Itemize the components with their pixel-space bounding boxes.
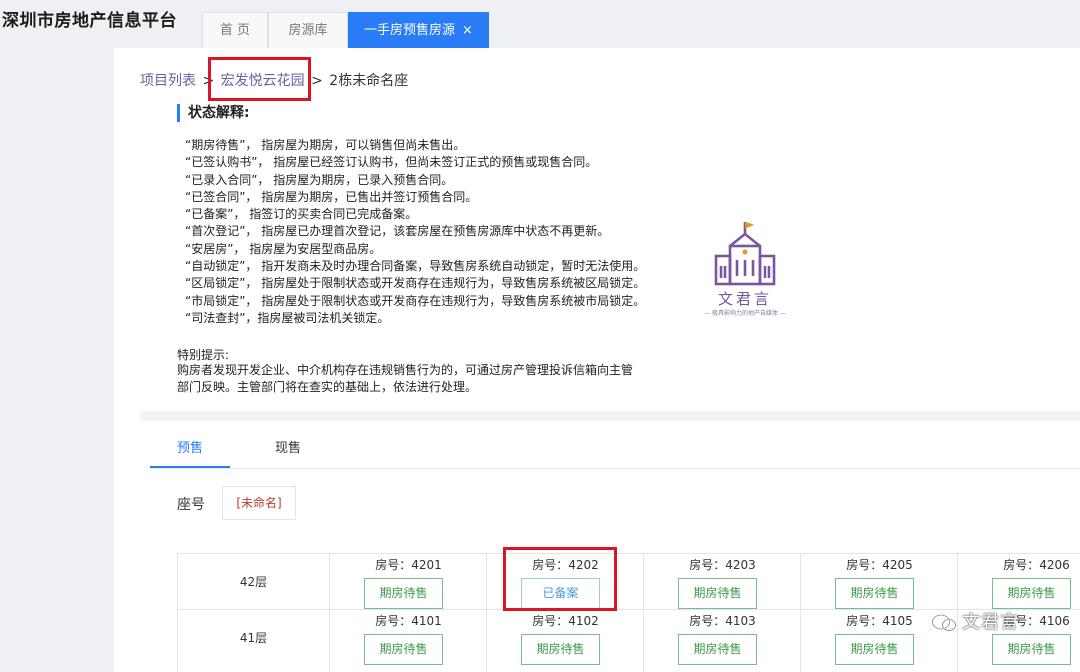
tab-presale-listings[interactable]: 一手房预售房源 × — [348, 12, 489, 48]
tab-presale[interactable]: 预售 — [177, 437, 203, 456]
unit-cell: 房号：4201 期房待售 — [330, 554, 487, 609]
left-gutter — [0, 48, 114, 672]
unit-number: 房号：4101 — [375, 614, 442, 628]
status-line: “已签合同”， 指房屋为期房，已售出并签订预售合同。 — [185, 189, 478, 204]
unit-status-button[interactable]: 期房待售 — [835, 634, 914, 665]
unit-number: 房号：4203 — [689, 558, 756, 572]
breadcrumb-current: 2栋未命名座 — [329, 73, 409, 89]
tab-label: 房源库 — [288, 23, 328, 38]
section-divider — [140, 411, 1080, 421]
unit-status-button[interactable]: 期房待售 — [521, 634, 600, 665]
floor-label: 42层 — [178, 554, 330, 609]
status-line: “已备案”， 指签订的买卖合同已完成备案。 — [185, 207, 418, 222]
status-line: “区局锁定”， 指房屋处于限制状态或开发商存在违规行为，导致售房系统被区局锁定。 — [185, 276, 646, 291]
special-notice-line: 部门反映。主管部门将在查实的基础上，依法进行处理。 — [177, 380, 478, 394]
status-line: “期房待售”， 指房屋为期房，可以销售但尚未售出。 — [185, 138, 466, 152]
status-line: “司法查封”，指房屋被司法机关锁定。 — [185, 310, 390, 325]
status-line: “首次登记”， 指房屋已办理首次登记，该套房屋在预售房源库中状态不再更新。 — [185, 224, 610, 239]
floor-label: 41层 — [178, 610, 330, 672]
unit-number: 房号：4205 — [846, 558, 913, 572]
status-line: “已签认购书”， 指房屋已经签订认购书，但尚未签订正式的预售或现售合同。 — [185, 155, 598, 170]
status-line: “安居房”， 指房屋为安居型商品房。 — [185, 241, 382, 256]
unit-cell: 房号：4102 期房待售 — [487, 610, 644, 672]
unit-status-button[interactable]: 期房待售 — [992, 578, 1071, 609]
status-line: “自动锁定”， 指开发商未及时办理合同备案，导致售房系统自动锁定，暂时无法使用。 — [185, 259, 646, 274]
tab-home[interactable]: 首 页 — [202, 12, 268, 48]
special-notice-line: 购房者发现开发企业、中介机构存在违规销售行为的，可通过房产管理投诉信箱向主管 — [177, 363, 634, 377]
status-heading: 状态解释: — [177, 104, 250, 122]
tab-label: 一手房预售房源 — [364, 23, 456, 38]
unit-number: 房号：4102 — [532, 614, 599, 628]
unit-cell: 房号：4103 期房待售 — [644, 610, 801, 672]
tab-label: 首 页 — [219, 23, 251, 38]
building-chip[interactable]: [未命名] — [222, 486, 296, 520]
unit-status-button[interactable]: 期房待售 — [678, 634, 757, 665]
unit-number: 房号：4201 — [375, 558, 442, 572]
status-explanation-list: “期房待售”， 指房屋为期房，可以销售但尚未售出。 “已签认购书”， 指房屋已经… — [185, 137, 645, 327]
tab-current-sale[interactable]: 现售 — [275, 437, 301, 456]
special-notice-text: 购房者发现开发企业、中介机构存在违规销售行为的，可通过房产管理投诉信箱向主管 部… — [177, 362, 677, 396]
unit-status-button[interactable]: 期房待售 — [992, 634, 1071, 665]
unit-status-button[interactable]: 期房待售 — [364, 578, 443, 609]
unit-status-button[interactable]: 期房待售 — [678, 578, 757, 609]
status-line: “已录入合同”， 指房屋为期房，已录入预售合同。 — [185, 172, 454, 187]
special-notice-title: 特别提示: — [177, 348, 230, 362]
unit-status-button[interactable]: 期房待售 — [364, 634, 443, 665]
floor-row: 42层 房号：4201 期房待售 房号：4202 已备案 房号：4203 期房待… — [178, 554, 1080, 610]
unit-cell: 房号：4101 期房待售 — [330, 610, 487, 672]
breadcrumb-project-list[interactable]: 项目列表 — [140, 73, 196, 89]
highlight-box-unit — [503, 547, 617, 611]
tab-listing-library[interactable]: 房源库 — [268, 12, 348, 48]
highlight-box-project — [208, 57, 311, 101]
unit-status-button[interactable]: 期房待售 — [835, 578, 914, 609]
close-icon[interactable]: × — [462, 23, 473, 38]
building-label: 座号 — [177, 497, 205, 513]
unit-number: 房号：4103 — [689, 614, 756, 628]
watermark-text: 文君言 — [962, 612, 1019, 633]
wechat-icon — [931, 614, 957, 632]
status-line: “市局锁定”， 指房屋处于限制状态或开发商存在违规行为，导致售房系统被市局锁定。 — [185, 293, 646, 308]
logo-name: 文君言 — [717, 290, 772, 308]
unit-number: 房号：4206 — [1003, 558, 1070, 572]
logo-subtitle: — 极具影响力的地产自媒体 — — [704, 310, 786, 317]
top-bar: 深圳市房地产信息平台 首 页 房源库 一手房预售房源 × — [0, 0, 1080, 48]
unit-cell: 房号：4203 期房待售 — [644, 554, 801, 609]
breadcrumb-separator: > — [311, 73, 323, 89]
unit-cell: 房号：4205 期房待售 — [801, 554, 958, 609]
tab-baseline — [150, 468, 1080, 469]
site-title: 深圳市房地产信息平台 — [2, 11, 177, 31]
unit-cell: 房号：4206 期房待售 — [958, 554, 1080, 609]
